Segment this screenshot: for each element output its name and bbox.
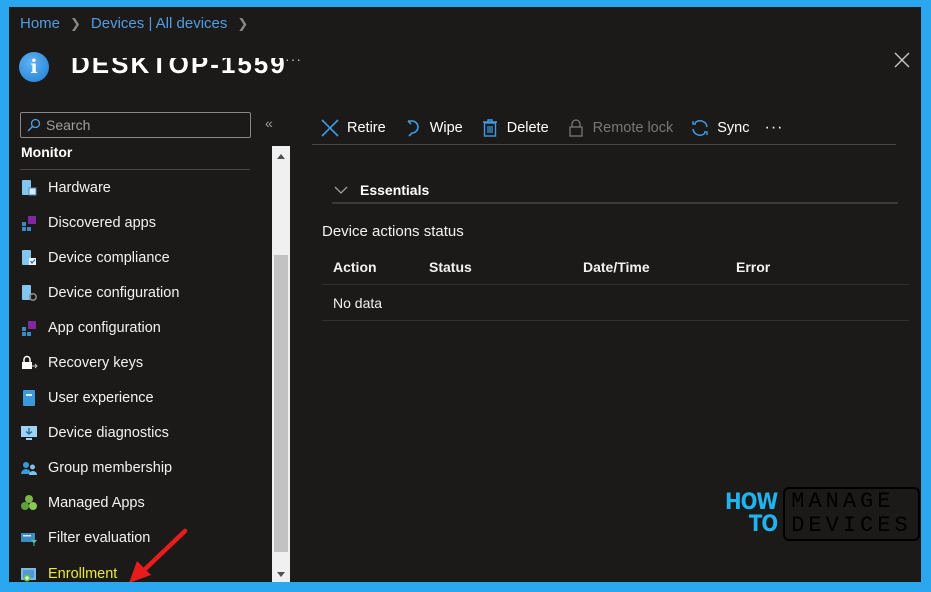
sidebar-item-hardware[interactable]: Hardware	[20, 170, 260, 205]
chevron-right-icon: ❯	[70, 15, 81, 31]
column-header-date-time[interactable]: Date/Time	[572, 259, 725, 275]
column-header-action[interactable]: Action	[322, 259, 418, 275]
sidebar-item-device-configuration[interactable]: Device configuration	[20, 275, 260, 310]
sidebar-scrollbar[interactable]	[272, 146, 290, 582]
device-actions-status-heading: Device actions status	[322, 223, 464, 240]
group-membership-icon	[20, 459, 38, 477]
lock-icon	[569, 118, 583, 137]
breadcrumb: Home ❯ Devices | All devices ❯	[20, 15, 258, 32]
x-icon	[321, 118, 339, 137]
annotation-arrow	[129, 528, 188, 582]
discovered-apps-icon	[20, 214, 38, 232]
recovery-keys-icon	[20, 354, 38, 372]
undo-icon	[407, 119, 419, 137]
essentials-toggle[interactable]: Essentials	[332, 177, 898, 204]
empty-state-text: No data	[333, 294, 383, 311]
search-input[interactable]: Search	[20, 112, 251, 138]
close-button[interactable]	[893, 51, 911, 69]
breadcrumb-home[interactable]: Home	[20, 15, 60, 32]
enrollment-icon	[20, 565, 38, 582]
more-actions-button[interactable]: ···	[765, 119, 784, 137]
scroll-up-button[interactable]	[272, 148, 290, 164]
watermark-how-to: HOW TO	[725, 490, 778, 537]
sidebar-nav: Hardware Discovered apps Device complian…	[20, 170, 260, 582]
search-placeholder: Search	[46, 117, 91, 133]
remote-lock-button[interactable]: Remote lock	[566, 118, 673, 138]
command-bar: Retire Wipe Delete Remote lock Sync ···	[312, 111, 896, 145]
watermark-logo: HOW TO MANAGE DEVICES	[725, 487, 920, 541]
watermark-manage-devices: MANAGE DEVICES	[783, 487, 920, 541]
column-header-error[interactable]: Error	[725, 259, 875, 275]
sidebar-item-discovered-apps[interactable]: Discovered apps	[20, 205, 260, 240]
sync-button[interactable]: Sync	[690, 118, 750, 138]
triangle-down-icon	[277, 571, 285, 577]
table-header-row: Action Status Date/Time Error	[322, 249, 909, 285]
sidebar-item-recovery-keys[interactable]: Recovery keys	[20, 345, 260, 380]
device-diagnostics-icon	[20, 424, 38, 442]
user-experience-icon	[20, 389, 38, 407]
search-icon	[27, 118, 41, 132]
title-more-button[interactable]: ···	[285, 51, 302, 67]
device-blade: Home ❯ Devices | All devices ❯ i DESKTOP…	[9, 7, 921, 582]
retire-button[interactable]: Retire	[320, 118, 386, 138]
sidebar-item-group-membership[interactable]: Group membership	[20, 451, 260, 486]
sidebar-item-user-experience[interactable]: User experience	[20, 381, 260, 416]
trash-icon	[482, 118, 497, 137]
sync-icon	[692, 119, 708, 136]
table-row: No data	[322, 285, 909, 321]
device-actions-table: Action Status Date/Time Error No data	[322, 249, 909, 321]
page-title: DESKTOP-1559	[71, 58, 287, 76]
chevron-down-icon	[334, 186, 348, 194]
scroll-down-button[interactable]	[272, 566, 290, 582]
close-icon	[894, 52, 910, 68]
device-compliance-icon	[20, 249, 38, 267]
managed-apps-icon	[20, 494, 38, 512]
collapse-sidebar-button[interactable]: «	[265, 115, 273, 131]
column-header-status[interactable]: Status	[418, 259, 572, 275]
filter-evaluation-icon	[20, 529, 38, 547]
wipe-button[interactable]: Wipe	[403, 118, 463, 138]
sidebar-item-managed-apps[interactable]: Managed Apps	[20, 486, 260, 521]
scroll-thumb[interactable]	[274, 255, 288, 552]
chevron-right-icon: ❯	[237, 15, 249, 31]
hardware-icon	[20, 179, 38, 197]
info-icon: i	[19, 52, 49, 82]
section-header-monitor: Monitor	[21, 144, 73, 160]
delete-button[interactable]: Delete	[480, 118, 549, 138]
sidebar-item-app-configuration[interactable]: App configuration	[20, 310, 260, 345]
sidebar-item-device-compliance[interactable]: Device compliance	[20, 240, 260, 275]
device-configuration-icon	[20, 284, 38, 302]
title-row: i DESKTOP-1559	[19, 52, 287, 82]
app-configuration-icon	[20, 319, 38, 337]
sidebar-item-device-diagnostics[interactable]: Device diagnostics	[20, 416, 260, 451]
triangle-up-icon	[277, 153, 285, 159]
breadcrumb-all-devices[interactable]: Devices | All devices	[91, 15, 227, 32]
